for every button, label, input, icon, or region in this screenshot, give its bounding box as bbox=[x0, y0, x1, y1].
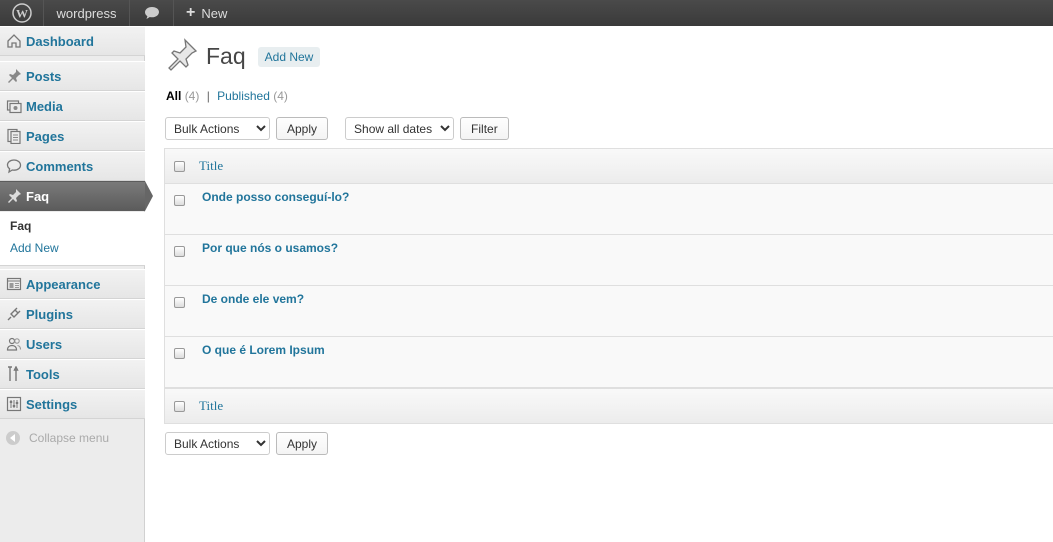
sidebar-item-users[interactable]: Users bbox=[0, 329, 145, 359]
apply-button[interactable]: Apply bbox=[276, 117, 329, 140]
sidebar-item-label: Settings bbox=[26, 396, 78, 412]
collapse-menu-label: Collapse menu bbox=[29, 431, 110, 445]
wordpress-logo-icon[interactable]: W bbox=[0, 0, 44, 26]
sidebar-item-label: Pages bbox=[26, 128, 65, 144]
sidebar-item-pages[interactable]: Pages bbox=[0, 121, 145, 151]
pushpin-icon bbox=[164, 38, 198, 75]
all-count: (4) bbox=[184, 89, 200, 103]
sidebar-item-faq[interactable]: Faq bbox=[0, 181, 153, 211]
sidebar-item-label: Plugins bbox=[26, 306, 73, 322]
bulk-actions-select[interactable]: Bulk Actions bbox=[165, 117, 270, 140]
table-row: De onde ele vem? bbox=[165, 286, 1053, 337]
faq-submenu: Faq Add New bbox=[0, 212, 145, 266]
svg-text:W: W bbox=[16, 7, 28, 21]
apply-button-bottom[interactable]: Apply bbox=[276, 432, 329, 455]
sidebar-item-label: Appearance bbox=[26, 276, 101, 292]
sidebar-item-label: Posts bbox=[26, 68, 62, 84]
status-filter-links: All (4) | Published (4) bbox=[166, 89, 288, 103]
sidebar-item-label: Dashboard bbox=[26, 33, 94, 49]
dates-select[interactable]: Show all dates bbox=[345, 117, 455, 140]
filter-separator: | bbox=[206, 89, 210, 103]
table-row: O que é Lorem Ipsum bbox=[165, 337, 1053, 388]
sidebar-item-label: Users bbox=[26, 336, 63, 352]
sidebar-item-settings[interactable]: Settings bbox=[0, 389, 145, 419]
table-row: Onde posso conseguí-lo? bbox=[165, 184, 1053, 235]
bottom-tablenav: Bulk Actions Apply bbox=[165, 432, 329, 455]
settings-icon bbox=[6, 396, 22, 412]
post-title-link[interactable]: O que é Lorem Ipsum bbox=[202, 343, 325, 357]
new-label: New bbox=[201, 5, 228, 21]
users-icon bbox=[6, 336, 22, 352]
sidebar-item-label: Tools bbox=[26, 366, 60, 382]
sidebar-item-dashboard[interactable]: Dashboard bbox=[0, 26, 145, 56]
submenu-item-faq[interactable]: Faq bbox=[10, 219, 31, 233]
comments-bubble-icon[interactable] bbox=[130, 0, 174, 26]
filter-published-link[interactable]: Published bbox=[217, 89, 270, 103]
post-title-link[interactable]: Por que nós o usamos? bbox=[202, 241, 338, 255]
row-checkbox[interactable] bbox=[174, 348, 185, 359]
sidebar-item-media[interactable]: Media bbox=[0, 91, 145, 121]
plus-icon: + bbox=[186, 4, 196, 21]
post-title-link[interactable]: Onde posso conseguí-lo? bbox=[202, 190, 349, 204]
bulk-actions-select-bottom[interactable]: Bulk Actions bbox=[165, 432, 270, 455]
table-header: Title bbox=[165, 149, 1053, 184]
row-checkbox[interactable] bbox=[174, 297, 185, 308]
sidebar-item-tools[interactable]: Tools bbox=[0, 359, 145, 389]
sidebar-item-comments[interactable]: Comments bbox=[0, 151, 145, 181]
new-content-menu[interactable]: + New bbox=[174, 0, 227, 26]
collapse-menu-button[interactable]: Collapse menu bbox=[0, 426, 145, 450]
sidebar-item-label: Faq bbox=[26, 188, 50, 204]
comment-icon bbox=[6, 158, 22, 174]
admin-bar: W wordpress + New bbox=[0, 0, 1053, 26]
select-all-checkbox[interactable] bbox=[174, 160, 185, 172]
table-footer: Title bbox=[165, 388, 1053, 423]
sidebar-item-plugins[interactable]: Plugins bbox=[0, 299, 145, 329]
column-title-header[interactable]: Title bbox=[199, 158, 223, 174]
collapse-arrow-icon bbox=[6, 431, 20, 445]
media-icon bbox=[6, 98, 22, 114]
page-title: Faq bbox=[206, 43, 246, 69]
pages-icon bbox=[6, 128, 22, 144]
published-count: (4) bbox=[273, 89, 288, 103]
column-title-footer[interactable]: Title bbox=[199, 398, 223, 414]
page-header: Faq Add New bbox=[164, 38, 321, 75]
main-content: Faq Add New All (4) | Published (4) Bulk… bbox=[146, 26, 1053, 542]
site-name-link[interactable]: wordpress bbox=[44, 0, 130, 26]
pushpin-icon bbox=[6, 188, 22, 204]
row-checkbox[interactable] bbox=[174, 246, 185, 257]
appearance-icon bbox=[6, 276, 22, 292]
table-row: Por que nós o usamos? bbox=[165, 235, 1053, 286]
plugin-icon bbox=[6, 306, 22, 322]
sidebar-item-label: Media bbox=[26, 98, 63, 114]
tools-icon bbox=[6, 366, 22, 382]
pushpin-icon bbox=[6, 68, 22, 84]
filter-all-link[interactable]: All bbox=[166, 89, 181, 103]
sidebar-item-posts[interactable]: Posts bbox=[0, 61, 145, 91]
select-all-checkbox-footer[interactable] bbox=[174, 400, 185, 412]
filter-button[interactable]: Filter bbox=[460, 117, 509, 140]
sidebar-item-appearance[interactable]: Appearance bbox=[0, 269, 145, 299]
posts-table: Title Onde posso conseguí-lo? Por que nó… bbox=[164, 148, 1053, 424]
add-new-button[interactable]: Add New bbox=[257, 46, 321, 67]
sidebar-item-label: Comments bbox=[26, 158, 94, 174]
admin-sidebar: Dashboard Posts Media Pages Comments Faq… bbox=[0, 26, 153, 542]
top-tablenav: Bulk Actions Apply Show all dates Filter bbox=[165, 117, 509, 140]
submenu-item-add-new[interactable]: Add New bbox=[10, 241, 59, 255]
post-title-link[interactable]: De onde ele vem? bbox=[202, 292, 304, 306]
dashboard-icon bbox=[6, 33, 22, 49]
row-checkbox[interactable] bbox=[174, 195, 185, 206]
site-name-label: wordpress bbox=[56, 5, 117, 21]
